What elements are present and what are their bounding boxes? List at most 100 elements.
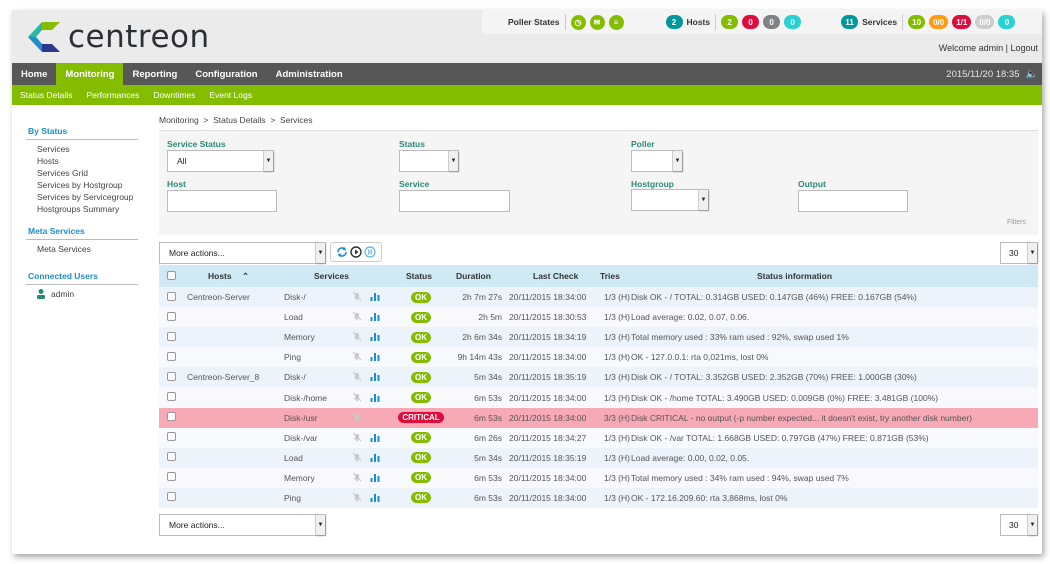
table-row[interactable]: Load OK 2h 5m 20/11/2015 18:30:53 1/3 (H) Loa… [159, 307, 1038, 328]
sidebar-item-services-by-hostgroup[interactable]: Services by Hostgroup [26, 179, 138, 191]
hosts-total-badge[interactable]: 2 [665, 15, 683, 29]
poller-select[interactable]: ▼ [631, 150, 683, 172]
hosts-pending-badge[interactable]: 0 [784, 15, 802, 29]
host-name[interactable]: Centreon-Server_8 [187, 372, 259, 382]
logout-link[interactable]: Logout [1010, 43, 1038, 53]
graph-icon[interactable] [370, 371, 380, 382]
more-actions-select[interactable]: More actions... ▼ [159, 242, 326, 264]
graph-icon[interactable] [370, 492, 380, 502]
subnav-downtimes[interactable]: Downtimes [153, 90, 195, 100]
service-name[interactable]: Disk-/ [284, 372, 306, 382]
row-checkbox[interactable] [167, 472, 176, 482]
header-status[interactable]: Status [398, 265, 444, 287]
table-row[interactable]: Centreon-Server Disk-/ OK 2h 7m 27s 20/11/20… [159, 287, 1038, 308]
sort-asc-icon[interactable]: ⌃ [242, 271, 249, 281]
service-name[interactable]: Disk-/usr [284, 413, 318, 423]
services-critical-badge[interactable]: 1/1 [952, 15, 972, 29]
connected-user[interactable]: admin [26, 289, 138, 299]
table-row[interactable]: Ping OK 9h 14m 43s 20/11/2015 18:34:00 1/3 (… [159, 347, 1038, 368]
sidebar-item-hosts[interactable]: Hosts [26, 155, 138, 167]
header-services[interactable]: Services [284, 265, 398, 287]
row-checkbox[interactable] [167, 371, 176, 381]
service-status-select[interactable]: All ▼ [167, 150, 274, 172]
header-hosts[interactable]: Hosts [208, 271, 232, 281]
hostgroup-select[interactable]: ▼ [631, 189, 709, 211]
status-select[interactable]: ▼ [399, 150, 459, 172]
services-warning-badge[interactable]: 0/0 [929, 15, 949, 29]
header-last-check[interactable]: Last Check [505, 265, 600, 287]
subnav-event-logs[interactable]: Event Logs [209, 90, 252, 100]
service-name[interactable]: Load [284, 453, 303, 463]
poller-database-icon[interactable]: ✉ [589, 14, 605, 30]
refresh-icon[interactable] [336, 246, 348, 258]
output-input[interactable] [798, 190, 908, 212]
table-row[interactable]: Disk-/home OK 6m 53s 20/11/2015 18:34:00 1/3… [159, 387, 1038, 408]
table-row[interactable]: Ping OK 6m 53s 20/11/2015 18:34:00 1/3 (H) OK… [159, 487, 1038, 509]
sidebar-item-services[interactable]: Services [26, 143, 138, 155]
sound-icon[interactable]: 🔈 [1026, 69, 1038, 80]
services-total-badge[interactable]: 11 [841, 15, 859, 29]
row-checkbox[interactable] [167, 412, 176, 422]
table-row[interactable]: Memory OK 2h 6m 34s 20/11/2015 18:34:19 1/3 … [159, 327, 1038, 348]
hosts-down-badge[interactable]: 0 [742, 15, 760, 29]
graph-icon[interactable] [370, 392, 380, 402]
service-name[interactable]: Disk-/home [284, 393, 327, 403]
filters-toggle[interactable]: Filters [1002, 217, 1030, 228]
service-name[interactable]: Ping [284, 352, 301, 362]
sidebar-item-hostgroups-summary[interactable]: Hostgroups Summary [26, 203, 138, 215]
service-name[interactable]: Load [284, 312, 303, 322]
graph-icon[interactable] [370, 472, 380, 482]
row-checkbox[interactable] [167, 432, 176, 442]
pause-icon[interactable] [364, 246, 376, 258]
services-pending-badge[interactable]: 0 [998, 15, 1016, 29]
row-checkbox[interactable] [167, 392, 176, 402]
sidebar-item-services-by-servicegroup[interactable]: Services by Servicegroup [26, 191, 138, 203]
graph-icon[interactable] [370, 291, 380, 302]
table-row[interactable]: Load OK 5m 34s 20/11/2015 18:35:19 1/3 (H) Lo… [159, 447, 1038, 468]
sidebar-item-services-grid[interactable]: Services Grid [26, 167, 138, 179]
logo[interactable]: centreon [28, 19, 210, 55]
subnav-performances[interactable]: Performances [86, 90, 139, 100]
poller-status-icon[interactable]: ≡ [608, 14, 624, 30]
table-row[interactable]: Disk-/usr CRITICAL 6m 53s 20/11/2015 18:34:… [159, 407, 1038, 428]
header-duration[interactable]: Duration [444, 265, 505, 287]
tab-configuration[interactable]: Configuration [186, 63, 266, 85]
sidebar-item-meta-services[interactable]: Meta Services [26, 243, 138, 255]
table-row[interactable]: Centreon-Server_8 Disk-/ OK 5m 34s 20/11/201… [159, 367, 1038, 388]
services-ok-badge[interactable]: 10 [908, 15, 926, 29]
tab-reporting[interactable]: Reporting [123, 63, 186, 85]
service-name[interactable]: Ping [284, 493, 301, 503]
row-checkbox[interactable] [167, 492, 176, 502]
graph-icon[interactable] [370, 452, 380, 462]
service-input[interactable] [399, 190, 510, 212]
services-unknown-badge[interactable]: 0/0 [975, 15, 995, 29]
page-size-select-bottom[interactable]: 30 ▼ [1000, 514, 1038, 537]
service-name[interactable]: Memory [284, 332, 315, 342]
subnav-status-details[interactable]: Status Details [20, 90, 72, 100]
graph-icon[interactable] [370, 351, 380, 362]
play-icon[interactable] [350, 246, 362, 258]
host-input[interactable] [167, 190, 277, 212]
host-name[interactable]: Centreon-Server [187, 292, 250, 302]
graph-icon[interactable] [370, 311, 380, 322]
hosts-up-badge[interactable]: 2 [721, 15, 739, 29]
more-actions-select-bottom[interactable]: More actions... ▼ [159, 514, 326, 537]
graph-icon[interactable] [370, 331, 380, 342]
row-checkbox[interactable] [167, 351, 176, 361]
hosts-unreachable-badge[interactable]: 0 [763, 15, 781, 29]
tab-monitoring[interactable]: Monitoring [56, 63, 124, 85]
row-checkbox[interactable] [167, 311, 176, 321]
poller-latency-icon[interactable]: ◷ [570, 14, 586, 30]
page-size-select-top[interactable]: 30 ▼ [1000, 242, 1038, 264]
service-name[interactable]: Memory [284, 473, 315, 483]
table-row[interactable]: Memory OK 6m 53s 20/11/2015 18:34:00 1/3 (H)… [159, 467, 1038, 488]
tab-home[interactable]: Home [12, 63, 56, 85]
graph-icon[interactable] [370, 432, 380, 442]
table-row[interactable]: Disk-/var OK 6m 26s 20/11/2015 18:34:27 1/3 … [159, 427, 1038, 448]
select-all-checkbox[interactable] [167, 270, 176, 280]
service-name[interactable]: Disk-/var [284, 433, 318, 443]
header-tries[interactable]: Tries [600, 265, 631, 287]
row-checkbox[interactable] [167, 452, 176, 462]
service-name[interactable]: Disk-/ [284, 292, 306, 302]
row-checkbox[interactable] [167, 331, 176, 341]
